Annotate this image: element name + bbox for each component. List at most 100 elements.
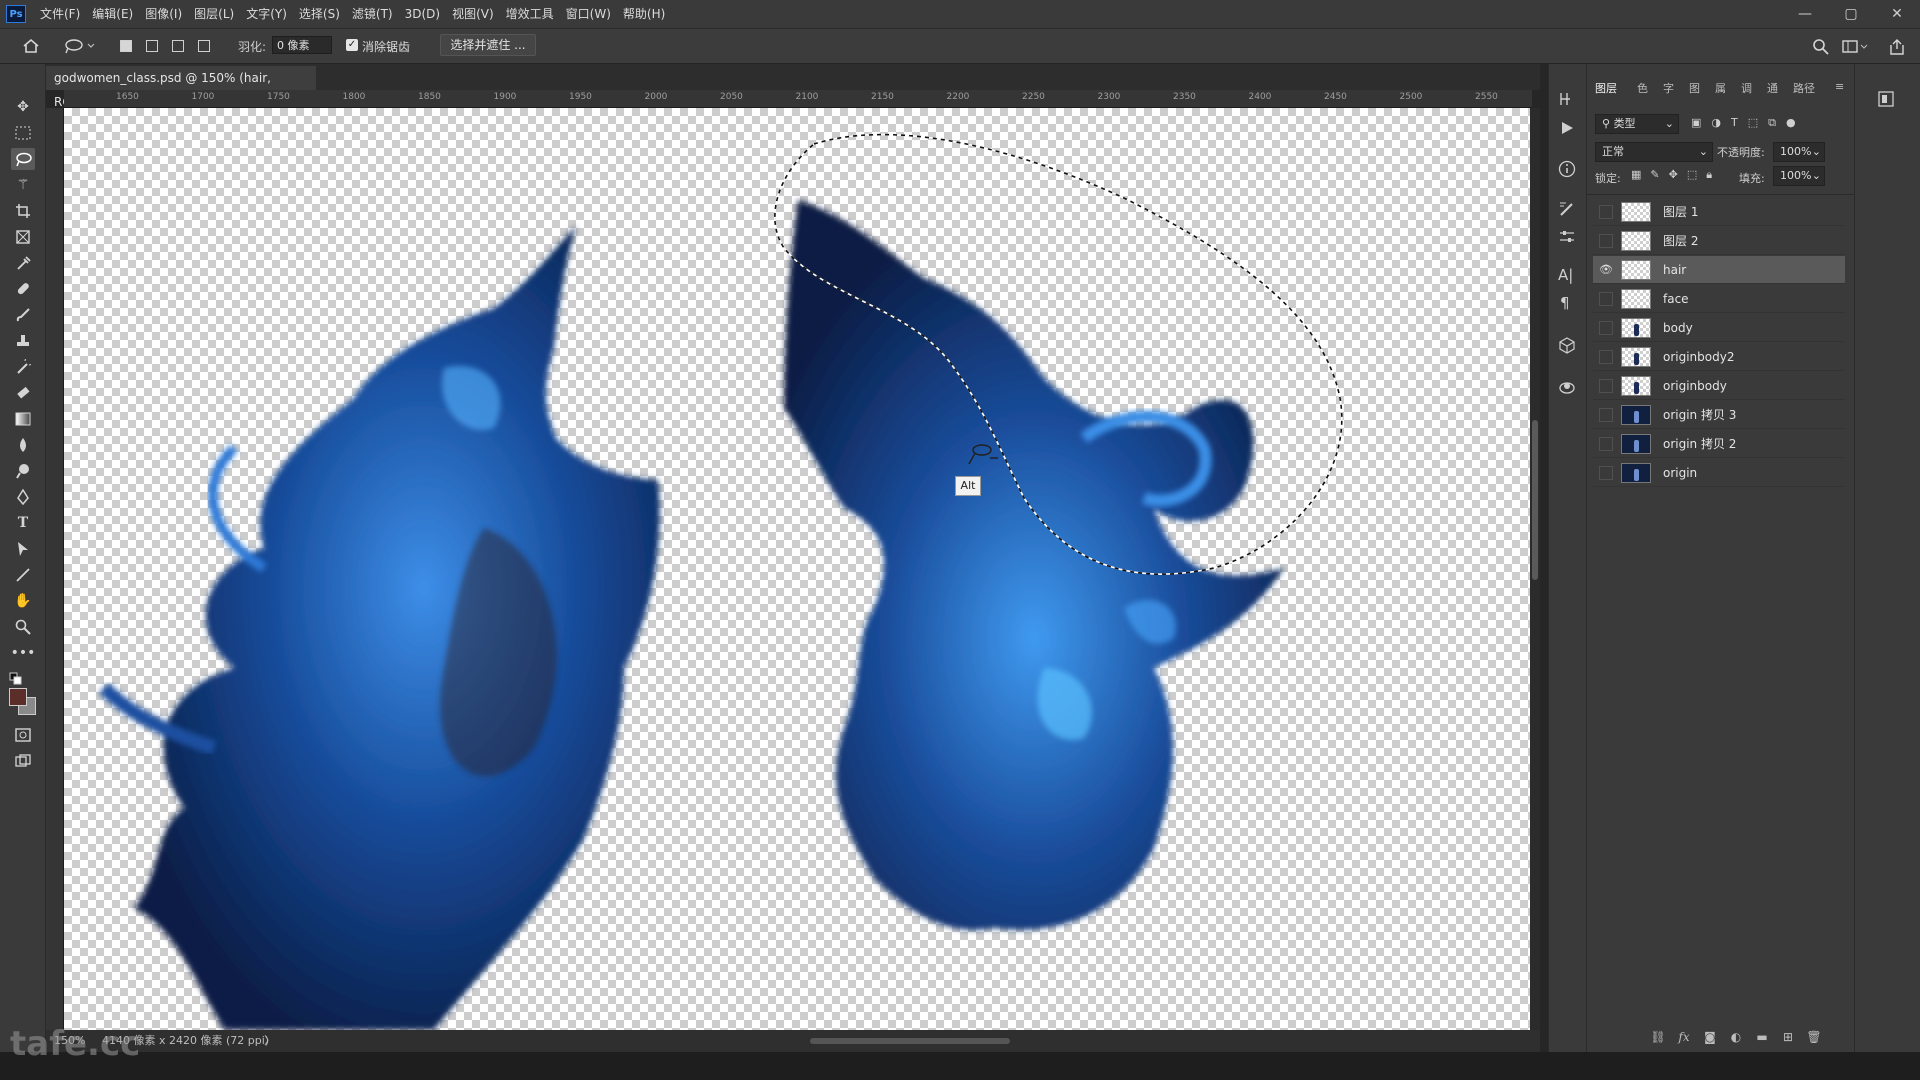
panel-menu-icon[interactable]: ≡	[1835, 80, 1844, 93]
document-tab[interactable]: godwomen_class.psd @ 150% (hair, RGB/8) …	[46, 66, 316, 109]
menu-window[interactable]: 窗口(W)	[560, 0, 617, 28]
menu-help[interactable]: 帮助(H)	[617, 0, 671, 28]
menu-view[interactable]: 视图(V)	[446, 0, 500, 28]
tab-color[interactable]: 色	[1637, 80, 1648, 96]
layer-row[interactable]: origin	[1593, 459, 1845, 487]
materials-panel-icon[interactable]	[1558, 378, 1576, 399]
quick-mask-icon[interactable]	[11, 724, 35, 746]
lock-artboard-icon[interactable]: ⬚	[1687, 168, 1697, 182]
pen-tool-icon[interactable]	[11, 486, 35, 508]
menu-image[interactable]: 图像(I)	[139, 0, 188, 28]
menu-select[interactable]: 选择(S)	[293, 0, 346, 28]
horizontal-ruler[interactable]: 1650 1700 1750 1800 1850 1900 1950 2000 2050 2100…	[64, 90, 1532, 108]
subtract-selection-icon[interactable]	[172, 40, 184, 52]
layer-visibility-icon[interactable]	[1599, 465, 1613, 480]
stamp-tool-icon[interactable]	[11, 330, 35, 352]
intersect-selection-icon[interactable]	[198, 40, 210, 52]
vertical-ruler[interactable]	[46, 108, 64, 1030]
new-selection-icon[interactable]	[120, 40, 132, 52]
lasso-preset-icon[interactable]	[62, 36, 96, 59]
layer-row[interactable]: originbody	[1593, 372, 1845, 400]
search-icon[interactable]	[1812, 38, 1830, 59]
layer-row[interactable]: originbody2	[1593, 343, 1845, 371]
smart-object-filter-icon[interactable]: ⧉	[1768, 116, 1776, 132]
lock-transparency-icon[interactable]: ▦	[1631, 168, 1641, 182]
filter-toggle-icon[interactable]: ●	[1786, 116, 1796, 132]
magic-wand-tool-icon[interactable]: ⚚	[11, 174, 35, 196]
screen-mode-icon[interactable]	[11, 750, 35, 772]
layer-visibility-icon[interactable]	[1599, 204, 1613, 219]
libraries-icon[interactable]	[1877, 90, 1895, 111]
menu-file[interactable]: 文件(F)	[34, 0, 86, 28]
fill-input[interactable]: 100% ⌄	[1773, 166, 1825, 186]
default-colors-icon[interactable]	[9, 672, 23, 686]
menu-type[interactable]: 文字(Y)	[240, 0, 293, 28]
pixel-filter-icon[interactable]: ▣	[1691, 116, 1701, 132]
menu-edit[interactable]: 编辑(E)	[86, 0, 139, 28]
line-tool-icon[interactable]	[11, 564, 35, 586]
marquee-tool-icon[interactable]	[11, 122, 35, 144]
opacity-input[interactable]: 100% ⌄	[1773, 142, 1825, 162]
eraser-tool-icon[interactable]	[11, 382, 35, 404]
layer-visibility-icon[interactable]: 👁︎	[1599, 263, 1613, 277]
lasso-tool-icon[interactable]	[11, 148, 35, 170]
add-mask-icon[interactable]: ◙	[1702, 1030, 1718, 1044]
feather-input[interactable]: 0 像素	[272, 36, 332, 54]
tab-properties[interactable]: 属	[1715, 80, 1726, 96]
blur-tool-icon[interactable]	[11, 434, 35, 456]
layer-row[interactable]: 图层 1	[1593, 198, 1845, 226]
tab-paths[interactable]: 路径	[1793, 80, 1815, 96]
menu-3d[interactable]: 3D(D)	[399, 0, 446, 28]
healing-tool-icon[interactable]	[11, 278, 35, 300]
layer-visibility-icon[interactable]	[1599, 407, 1613, 422]
tab-adjustments[interactable]: 调	[1741, 80, 1752, 96]
layer-row[interactable]: origin 拷贝 3	[1593, 401, 1845, 429]
zoom-tool-icon[interactable]	[11, 616, 35, 638]
layer-visibility-icon[interactable]	[1599, 349, 1613, 364]
adjustment-layer-icon[interactable]: ◐	[1728, 1030, 1744, 1044]
lock-all-icon[interactable]: 🔒︎	[1706, 168, 1712, 182]
layer-row[interactable]: origin 拷贝 2	[1593, 430, 1845, 458]
horizontal-scroll-thumb[interactable]	[810, 1038, 1010, 1044]
layer-style-icon[interactable]: fx	[1676, 1030, 1692, 1044]
history-brush-tool-icon[interactable]	[11, 356, 35, 378]
status-menu-arrow[interactable]: 〉	[264, 1030, 275, 1052]
maximize-button[interactable]: ▢	[1828, 0, 1874, 28]
tab-image[interactable]: 图	[1689, 80, 1700, 96]
paragraph-panel-icon[interactable]: ¶	[1560, 294, 1570, 312]
more-tools-icon[interactable]: •••	[11, 642, 36, 664]
layer-row[interactable]: body	[1593, 314, 1845, 342]
tab-channels[interactable]: 通	[1767, 80, 1778, 96]
type-filter-icon[interactable]: T	[1731, 116, 1738, 132]
3d-panel-icon[interactable]	[1558, 336, 1576, 357]
eyedropper-tool-icon[interactable]	[11, 252, 35, 274]
link-layers-icon[interactable]: ⛓	[1650, 1030, 1666, 1044]
move-tool-icon[interactable]: ✥	[11, 96, 35, 118]
menu-plugins[interactable]: 增效工具	[500, 0, 560, 28]
layer-filter-select[interactable]: ⚲ 类型 ⌄	[1595, 114, 1679, 134]
layer-visibility-icon[interactable]	[1599, 233, 1613, 248]
antialias-checkbox[interactable]: ✓	[346, 39, 358, 51]
adjustment-filter-icon[interactable]: ◑	[1711, 116, 1721, 132]
info-icon[interactable]	[1558, 160, 1576, 181]
layer-visibility-icon[interactable]	[1599, 436, 1613, 451]
vertical-scroll-thumb[interactable]	[1532, 420, 1538, 580]
gradient-tool-icon[interactable]	[11, 408, 35, 430]
close-button[interactable]: ✕	[1874, 0, 1920, 28]
frame-tool-icon[interactable]	[11, 226, 35, 248]
brush-settings-icon[interactable]	[1558, 200, 1576, 221]
hand-tool-icon[interactable]: ✋	[11, 590, 35, 612]
character-panel-icon[interactable]: A|	[1558, 266, 1573, 284]
path-select-tool-icon[interactable]	[11, 538, 35, 560]
minimize-button[interactable]: —	[1782, 0, 1828, 28]
document-canvas[interactable]	[64, 108, 1530, 1030]
select-and-mask-button[interactable]: 选择并遮住 ...	[440, 34, 536, 56]
layer-row[interactable]: 图层 2	[1593, 227, 1845, 255]
new-layer-icon[interactable]: ⊞	[1780, 1030, 1796, 1044]
dodge-tool-icon[interactable]	[11, 460, 35, 482]
history-panel-icon[interactable]	[1558, 90, 1576, 111]
adjustments-sliders-icon[interactable]	[1558, 228, 1576, 249]
layer-row[interactable]: face	[1593, 285, 1845, 313]
type-tool-icon[interactable]: T	[11, 512, 35, 534]
crop-tool-icon[interactable]	[11, 200, 35, 222]
